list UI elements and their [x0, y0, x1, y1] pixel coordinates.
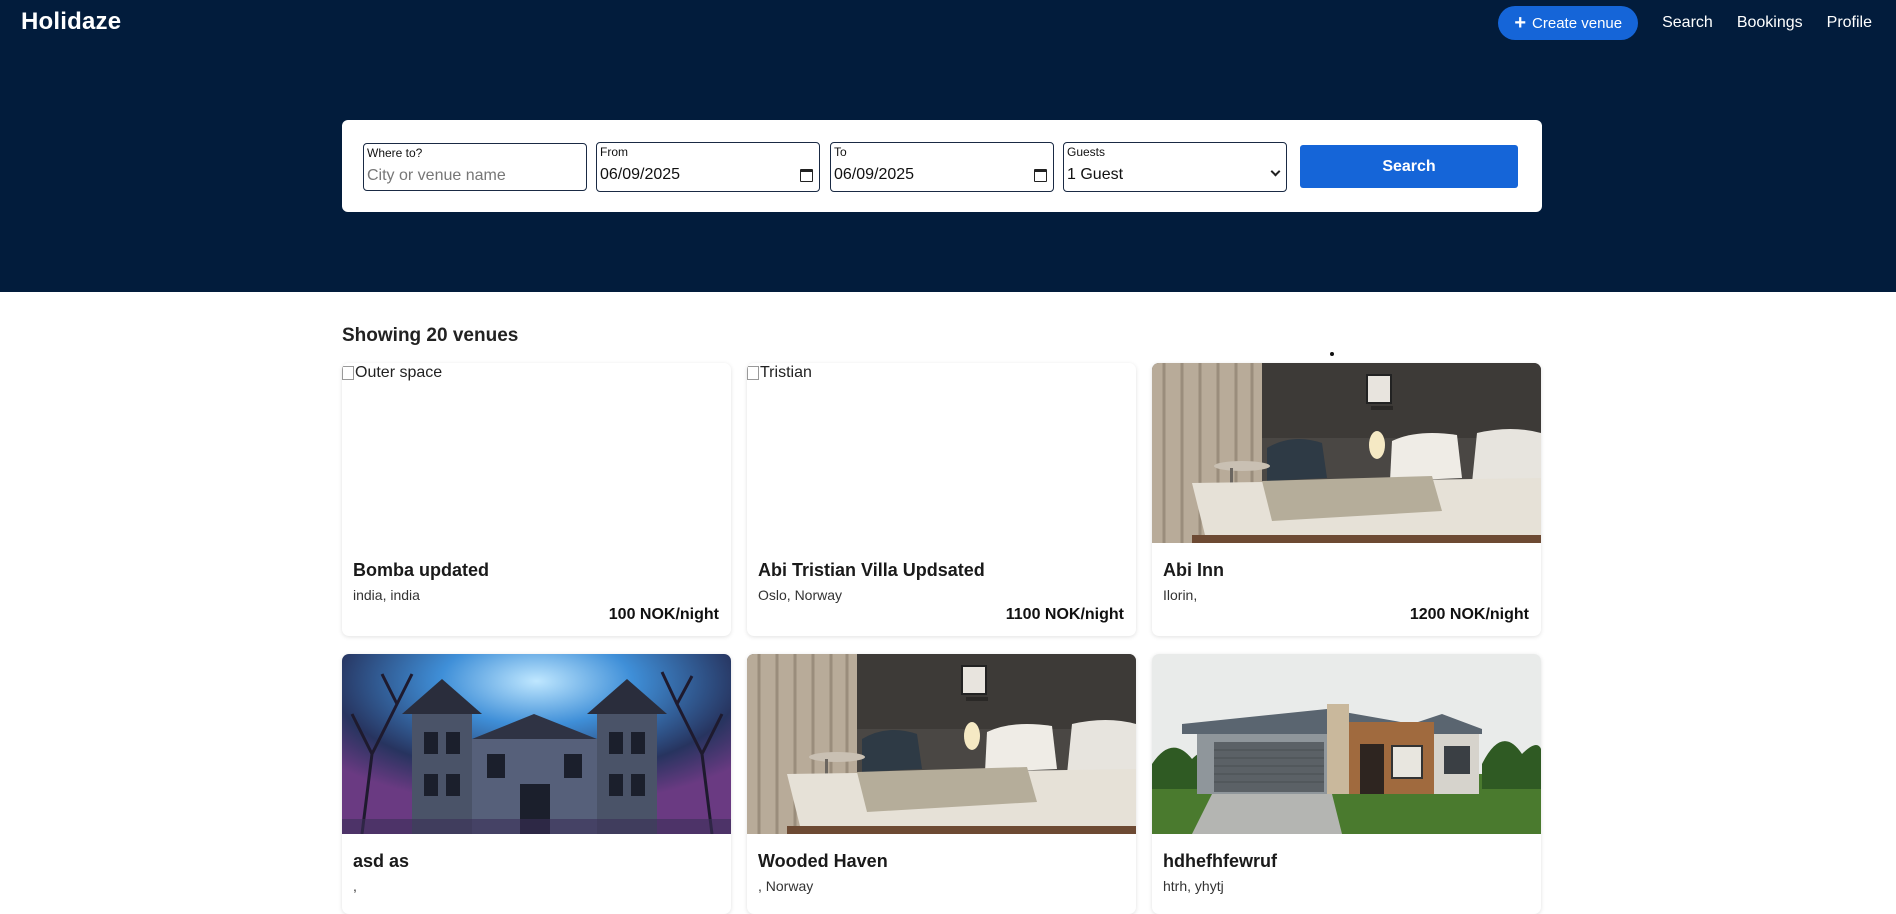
venue-price: 1100 NOK/night	[1005, 606, 1124, 623]
nav-link-profile[interactable]: Profile	[1827, 14, 1872, 32]
venue-location: india, india	[353, 587, 420, 603]
venue-image: Outer space	[342, 363, 731, 543]
plus-icon: +	[1514, 12, 1527, 34]
search-button[interactable]: Search	[1300, 145, 1518, 188]
haunted-house-image	[342, 654, 731, 834]
broken-image-icon	[747, 366, 759, 380]
from-date-input[interactable]: 06/09/2025	[600, 166, 680, 184]
venue-card[interactable]: Outer space Bomba updated india, india 1…	[342, 363, 731, 636]
to-label: To	[834, 145, 847, 159]
guests-value[interactable]: 1 Guest	[1067, 166, 1123, 184]
venue-price: 100 NOK/night	[608, 606, 719, 623]
venue-image: Tristian	[747, 363, 1136, 543]
venue-card[interactable]: asd as ,	[342, 654, 731, 914]
calendar-icon[interactable]	[1034, 169, 1047, 182]
search-form: Where to? City or venue name From 06/09/…	[342, 120, 1542, 212]
venue-location: ,	[353, 878, 357, 894]
venue-card[interactable]: Tristian Abi Tristian Villa Updsated Osl…	[747, 363, 1136, 636]
bedroom-image	[747, 654, 1136, 834]
venue-card[interactable]: Abi Inn Ilorin, 1200 NOK/night	[1152, 363, 1541, 636]
chevron-down-icon[interactable]	[1270, 166, 1281, 177]
logo[interactable]: Holidaze	[21, 8, 121, 36]
from-date-field[interactable]: From 06/09/2025	[596, 142, 820, 192]
calendar-icon[interactable]	[800, 169, 813, 182]
venue-name[interactable]: hdhefhfewruf	[1163, 851, 1277, 872]
venue-price: 1200 NOK/night	[1409, 606, 1529, 623]
venue-card[interactable]: Wooded Haven , Norway	[747, 654, 1136, 914]
bedroom-image	[1152, 363, 1541, 543]
nav-link-search[interactable]: Search	[1662, 14, 1713, 32]
image-alt-text: Outer space	[342, 364, 442, 382]
top-nav: + Create venue Search Bookings Profile	[1498, 6, 1896, 40]
where-label: Where to?	[367, 146, 423, 160]
venue-location: , Norway	[758, 878, 814, 894]
venue-name[interactable]: Bomba updated	[353, 560, 489, 581]
venue-name[interactable]: Wooded Haven	[758, 851, 888, 872]
cursor-dot	[1330, 352, 1334, 356]
create-venue-button[interactable]: + Create venue	[1498, 6, 1639, 40]
results-count: Showing 20 venues	[342, 325, 519, 346]
nav-link-bookings[interactable]: Bookings	[1737, 14, 1803, 32]
hero-header: Holidaze + Create venue Search Bookings …	[0, 0, 1896, 292]
where-field[interactable]: Where to? City or venue name	[363, 143, 587, 191]
where-input[interactable]: City or venue name	[367, 167, 506, 185]
modern-house-image	[1152, 654, 1541, 834]
broken-image-icon	[342, 366, 354, 380]
venue-location: htrh, yhytj	[1163, 878, 1224, 894]
venue-name[interactable]: Abi Inn	[1163, 560, 1224, 581]
image-alt-text: Tristian	[747, 364, 812, 382]
to-date-input[interactable]: 06/09/2025	[834, 166, 914, 184]
create-venue-label: Create venue	[1532, 14, 1623, 32]
venue-card[interactable]: hdhefhfewruf htrh, yhytj	[1152, 654, 1541, 914]
to-date-field[interactable]: To 06/09/2025	[830, 142, 1054, 192]
guests-select[interactable]: Guests 1 Guest	[1063, 142, 1287, 192]
venue-location: Oslo, Norway	[758, 587, 843, 603]
venue-location: Ilorin,	[1163, 587, 1198, 603]
venue-name[interactable]: asd as	[353, 851, 409, 872]
guests-label: Guests	[1067, 145, 1106, 159]
venue-name[interactable]: Abi Tristian Villa Updsated	[758, 560, 985, 581]
from-label: From	[600, 145, 628, 159]
